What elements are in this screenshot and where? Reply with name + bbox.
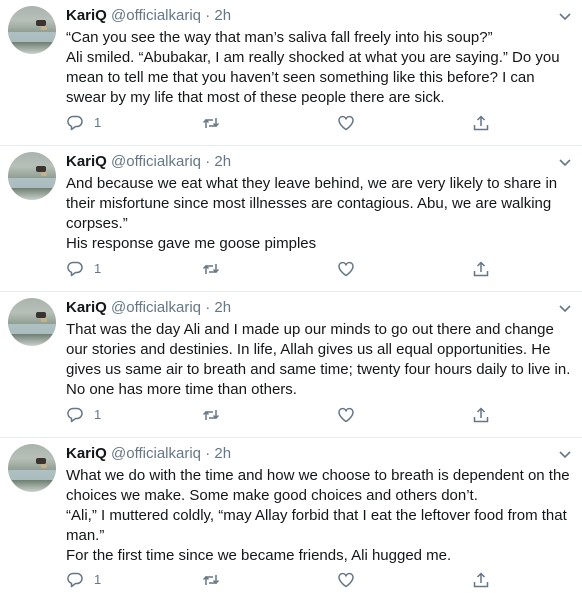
timestamp[interactable]: 2h [214, 299, 231, 316]
author-handle[interactable]: @officialkariq [111, 299, 201, 316]
author-name[interactable]: KariQ [66, 445, 107, 462]
tweet-line: “Ali,” I muttered coldly, “may Allay for… [66, 507, 567, 544]
author-handle[interactable]: @officialkariq [111, 7, 201, 24]
like-button[interactable] [337, 570, 355, 590]
tweet-header: KariQ @officialkariq · 2h [66, 6, 572, 26]
avatar[interactable] [8, 152, 56, 200]
like-icon [338, 407, 354, 423]
chevron-down-icon[interactable] [558, 298, 572, 318]
share-icon [473, 115, 489, 131]
author-handle[interactable]: @officialkariq [111, 153, 201, 170]
tweet-line: Ali smiled. “Abubakar, I am really shock… [66, 49, 560, 106]
like-button[interactable] [337, 259, 355, 279]
share-button[interactable] [472, 113, 490, 133]
retweet-button[interactable] [202, 570, 220, 590]
tweet-text: That was the day Ali and I made up our m… [66, 320, 578, 400]
tweet-line: That was the day Ali and I made up our m… [66, 321, 571, 398]
retweet-icon [202, 118, 220, 128]
like-icon [338, 572, 354, 588]
separator: · [205, 7, 211, 24]
reply-icon [67, 572, 83, 588]
tweet-header: KariQ @officialkariq · 2h [66, 298, 572, 318]
timestamp[interactable]: 2h [214, 445, 231, 462]
timestamp[interactable]: 2h [214, 7, 231, 24]
tweet-actions: 1 [66, 259, 489, 279]
reply-button[interactable]: 1 [66, 113, 101, 133]
tweet-header: KariQ @officialkariq · 2h [66, 152, 572, 172]
like-icon [338, 115, 354, 131]
reply-count: 1 [94, 572, 102, 587]
chevron-down-icon[interactable] [558, 444, 572, 464]
reply-icon [67, 115, 83, 131]
retweet-button[interactable] [202, 405, 220, 425]
tweet-actions: 1 [66, 113, 489, 133]
share-icon [473, 407, 489, 423]
retweet-button[interactable] [202, 259, 220, 279]
tweet-line: What we do with the time and how we choo… [66, 467, 570, 504]
tweet[interactable]: KariQ @officialkariq · 2h That was the d… [0, 292, 582, 438]
reply-icon [67, 407, 83, 423]
tweet-line: His response gave me goose pimples [66, 235, 317, 252]
tweet-thread: KariQ @officialkariq · 2h “Can you see t… [0, 0, 582, 593]
share-button[interactable] [472, 259, 490, 279]
tweet-line: For the first time since we became frien… [66, 547, 452, 564]
avatar[interactable] [8, 298, 56, 346]
retweet-icon [202, 575, 220, 585]
avatar[interactable] [8, 6, 56, 54]
reply-button[interactable]: 1 [66, 570, 101, 590]
tweet-header: KariQ @officialkariq · 2h [66, 444, 572, 464]
tweet[interactable]: KariQ @officialkariq · 2h What we do wit… [0, 438, 582, 593]
tweet-line: “Can you see the way that man’s saliva f… [66, 29, 493, 46]
reply-icon [67, 261, 83, 277]
reply-count: 1 [94, 115, 102, 130]
retweet-icon [202, 264, 220, 274]
avatar[interactable] [8, 444, 56, 492]
tweet-text: What we do with the time and how we choo… [66, 466, 578, 566]
share-icon [473, 261, 489, 277]
retweet-button[interactable] [202, 113, 220, 133]
tweet[interactable]: KariQ @officialkariq · 2h And because we… [0, 146, 582, 292]
author-name[interactable]: KariQ [66, 299, 107, 316]
retweet-icon [202, 410, 220, 420]
separator: · [205, 153, 211, 170]
tweet-text: “Can you see the way that man’s saliva f… [66, 28, 578, 108]
reply-count: 1 [94, 407, 102, 422]
author-handle[interactable]: @officialkariq [111, 445, 201, 462]
separator: · [205, 299, 211, 316]
tweet-line: And because we eat what they leave behin… [66, 175, 558, 232]
like-button[interactable] [337, 113, 355, 133]
author-name[interactable]: KariQ [66, 153, 107, 170]
like-icon [338, 261, 354, 277]
reply-button[interactable]: 1 [66, 405, 101, 425]
author-name[interactable]: KariQ [66, 7, 107, 24]
share-button[interactable] [472, 570, 490, 590]
reply-count: 1 [94, 261, 102, 276]
timestamp[interactable]: 2h [214, 153, 231, 170]
separator: · [205, 445, 211, 462]
like-button[interactable] [337, 405, 355, 425]
tweet[interactable]: KariQ @officialkariq · 2h “Can you see t… [0, 0, 582, 146]
share-icon [473, 572, 489, 588]
chevron-down-icon[interactable] [558, 6, 572, 26]
tweet-text: And because we eat what they leave behin… [66, 174, 578, 254]
tweet-actions: 1 [66, 570, 489, 590]
share-button[interactable] [472, 405, 490, 425]
tweet-actions: 1 [66, 405, 489, 425]
chevron-down-icon[interactable] [558, 152, 572, 172]
reply-button[interactable]: 1 [66, 259, 101, 279]
